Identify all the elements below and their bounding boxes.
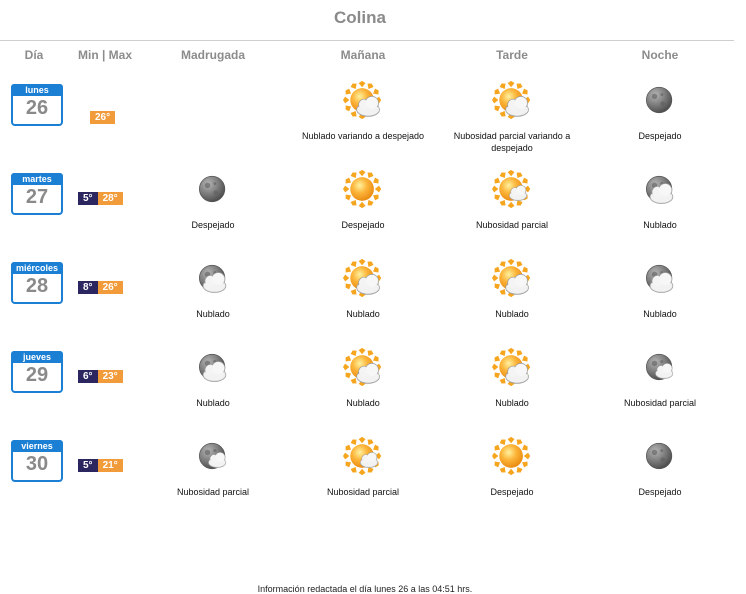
footer-note: Información redactada el día lunes 26 a … — [257, 584, 473, 594]
max-temp-badge: 26° — [90, 111, 116, 124]
sun-cloud-icon — [490, 258, 534, 298]
weather-description: Nublado — [495, 309, 529, 319]
min-max-temperatures: 6° 23° — [78, 370, 123, 383]
moon-icon — [638, 436, 682, 476]
weather-description: Nublado variando a despejado — [301, 131, 425, 141]
moon-cloud-icon — [191, 258, 235, 298]
weather-description: Nubosidad parcial — [176, 487, 250, 497]
weather-description: Nublado — [495, 398, 529, 408]
min-max-temperatures: 5° 28° — [78, 192, 123, 205]
weekday-label: jueves — [11, 351, 63, 363]
max-temp-badge: 23° — [97, 370, 123, 383]
header-tarde: Tarde — [496, 48, 528, 62]
date-number: 27 — [25, 186, 49, 208]
min-max-temperatures: 8° 26° — [78, 281, 123, 294]
calendar-date-icon: viernes 30 — [11, 440, 63, 482]
title-divider — [0, 40, 734, 41]
weather-description: Nublado — [346, 398, 380, 408]
forecast-row: viernes 30 5° 21° Nubosidad parcial Nubo… — [0, 434, 746, 523]
sun-small-cloud-icon — [341, 436, 385, 476]
weekday-label: miércoles — [11, 262, 63, 274]
forecast-row: jueves 29 6° 23° Nublado Nublado Nublado… — [0, 345, 746, 434]
weather-description: Nubosidad parcial variando a despejado — [453, 131, 571, 153]
sun-cloud-icon — [341, 347, 385, 387]
weekday-label: viernes — [11, 440, 63, 452]
min-temp-badge: 8° — [78, 281, 98, 294]
weather-description: Despejado — [638, 487, 682, 497]
min-max-temperatures: 5° 21° — [78, 459, 123, 472]
weather-description: Despejado — [638, 131, 682, 141]
weather-description: Nublado — [196, 309, 230, 319]
moon-cloud-icon — [638, 169, 682, 209]
min-temp-badge: 6° — [78, 370, 98, 383]
sun-small-cloud-icon — [490, 169, 534, 209]
header-madrugada: Madrugada — [180, 48, 245, 62]
sun-cloud-icon — [341, 80, 385, 120]
date-number: 26 — [25, 97, 49, 119]
max-temp-badge: 21° — [97, 459, 123, 472]
header-minmax: Min | Max — [77, 48, 133, 62]
forecast-row: lunes 26 26° Nublado variando a despejado — [0, 78, 746, 167]
min-temp-badge: 5° — [78, 459, 98, 472]
sun-icon — [490, 436, 534, 476]
sun-icon — [341, 169, 385, 209]
weekday-label: lunes — [11, 84, 63, 96]
calendar-date-icon: miércoles 28 — [11, 262, 63, 304]
max-temp-badge: 28° — [97, 192, 123, 205]
sun-cloud-icon — [341, 258, 385, 298]
date-number: 30 — [25, 453, 49, 475]
page-title: Colina — [334, 8, 386, 27]
weather-description: Nublado — [346, 309, 380, 319]
weather-description: Nublado — [643, 220, 677, 230]
moon-icon — [191, 169, 235, 209]
moon-cloud-icon — [638, 258, 682, 298]
header-day: Día — [24, 48, 44, 62]
max-temp-badge: 26° — [97, 281, 123, 294]
forecast-row: martes 27 5° 28° Despejado Despejado Nub… — [0, 167, 746, 256]
calendar-date-icon: jueves 29 — [11, 351, 63, 393]
weekday-label: martes — [11, 173, 63, 185]
weather-description: Nubosidad parcial — [623, 398, 697, 408]
weather-description: Nublado — [643, 309, 677, 319]
header-manana: Mañana — [340, 48, 386, 62]
weather-description: Nubosidad parcial — [475, 220, 549, 230]
sun-cloud-icon — [490, 80, 534, 120]
calendar-date-icon: martes 27 — [11, 173, 63, 215]
min-temp-badge: 5° — [78, 192, 98, 205]
weather-description: Despejado — [191, 220, 235, 230]
weather-description: Nublado — [196, 398, 230, 408]
forecast-row: miércoles 28 8° 26° Nublado Nublado Nubl… — [0, 256, 746, 345]
header-noche: Noche — [641, 48, 679, 62]
date-number: 28 — [25, 275, 49, 297]
sun-cloud-icon — [490, 347, 534, 387]
moon-small-cloud-icon — [191, 436, 235, 476]
weather-description: Nubosidad parcial — [326, 487, 400, 497]
weather-description: Despejado — [490, 487, 534, 497]
moon-small-cloud-icon — [638, 347, 682, 387]
moon-cloud-icon — [191, 347, 235, 387]
date-number: 29 — [25, 364, 49, 386]
weather-description: Despejado — [341, 220, 385, 230]
calendar-date-icon: lunes 26 — [11, 84, 63, 126]
min-max-temperatures: 26° — [90, 111, 116, 124]
moon-icon — [638, 80, 682, 120]
